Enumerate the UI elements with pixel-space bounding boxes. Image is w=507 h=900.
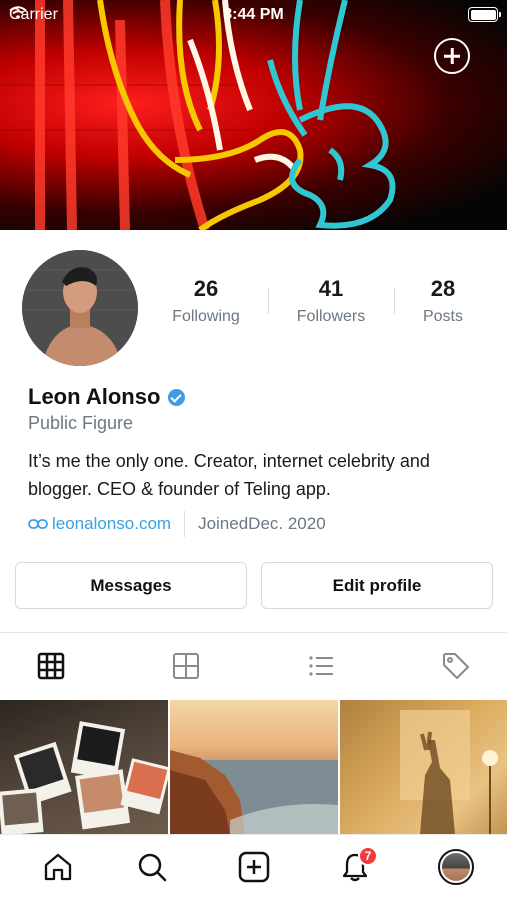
stat-label: Followers xyxy=(296,308,366,325)
edit-profile-button[interactable]: Edit profile xyxy=(261,562,493,609)
profile-stats: 26 Following 41 Followers 28 Posts xyxy=(140,276,507,332)
link-icon xyxy=(28,519,48,529)
website-link[interactable]: leonalonso.com xyxy=(28,514,171,534)
posts-grid xyxy=(0,700,507,834)
name-row: Leon Alonso xyxy=(28,384,186,410)
avatar[interactable] xyxy=(22,250,138,366)
shadow-wall-photo xyxy=(400,710,498,834)
stat-posts[interactable]: 28 Posts xyxy=(383,276,503,326)
nav-home[interactable] xyxy=(40,849,76,885)
battery-level xyxy=(470,9,496,20)
stat-following[interactable]: 26 Following xyxy=(146,276,266,326)
nav-profile[interactable] xyxy=(438,849,474,885)
home-icon xyxy=(44,853,72,881)
stat-divider xyxy=(268,288,269,314)
neon-sign-art xyxy=(0,0,396,230)
tab-collection[interactable] xyxy=(168,648,204,684)
tabs-divider xyxy=(0,632,507,633)
avatar-photo xyxy=(22,250,138,366)
website-label: leonalonso.com xyxy=(52,514,172,533)
stat-label: Posts xyxy=(422,308,463,325)
add-button[interactable] xyxy=(434,38,470,74)
profile-name: Leon Alonso xyxy=(28,384,161,409)
post-thumbnail[interactable] xyxy=(0,700,168,834)
verified-badge-icon xyxy=(168,388,186,406)
notification-badge: 7 xyxy=(358,846,378,866)
nav-search[interactable] xyxy=(134,849,170,885)
search-icon xyxy=(138,853,167,882)
tab-list[interactable] xyxy=(303,648,339,684)
list-icon xyxy=(309,656,333,676)
profile-role: Public Figure xyxy=(28,413,134,433)
status-time: 8:44 PM xyxy=(223,6,284,23)
stat-value: 28 xyxy=(430,276,456,301)
collection-icon xyxy=(173,653,199,679)
status-bar: Carrier 8:44 PM xyxy=(0,0,507,30)
stat-followers[interactable]: 41 Followers xyxy=(271,276,391,326)
profile-bio: It’s me the only one. Creator, internet … xyxy=(28,451,430,499)
bottom-nav: 7 xyxy=(0,834,507,900)
profile-avatar xyxy=(438,849,474,885)
battery-icon xyxy=(468,7,501,22)
cover-image: Carrier 8:44 PM xyxy=(0,0,507,230)
tab-grid[interactable] xyxy=(33,648,69,684)
joined-date: JoinedDec. 2020 xyxy=(198,514,326,533)
messages-button[interactable]: Messages xyxy=(15,562,247,609)
cliff-sunset-photo xyxy=(170,750,338,834)
create-icon xyxy=(238,851,270,883)
stat-value: 26 xyxy=(193,276,219,301)
post-thumbnail[interactable] xyxy=(170,700,338,834)
stat-value: 41 xyxy=(318,276,344,301)
polaroids-photo xyxy=(0,721,168,834)
nav-create[interactable] xyxy=(236,849,272,885)
profile-avatar-photo xyxy=(442,853,470,881)
tab-tagged[interactable] xyxy=(438,648,474,684)
stat-label: Following xyxy=(172,308,240,325)
meta-divider xyxy=(184,511,186,537)
profile-meta: leonalonso.com JoinedDec. 2020 xyxy=(28,511,326,537)
tag-icon xyxy=(443,653,469,679)
nav-notifications[interactable]: 7 xyxy=(337,846,378,885)
post-thumbnail[interactable] xyxy=(340,700,507,834)
grid-icon xyxy=(37,652,65,680)
